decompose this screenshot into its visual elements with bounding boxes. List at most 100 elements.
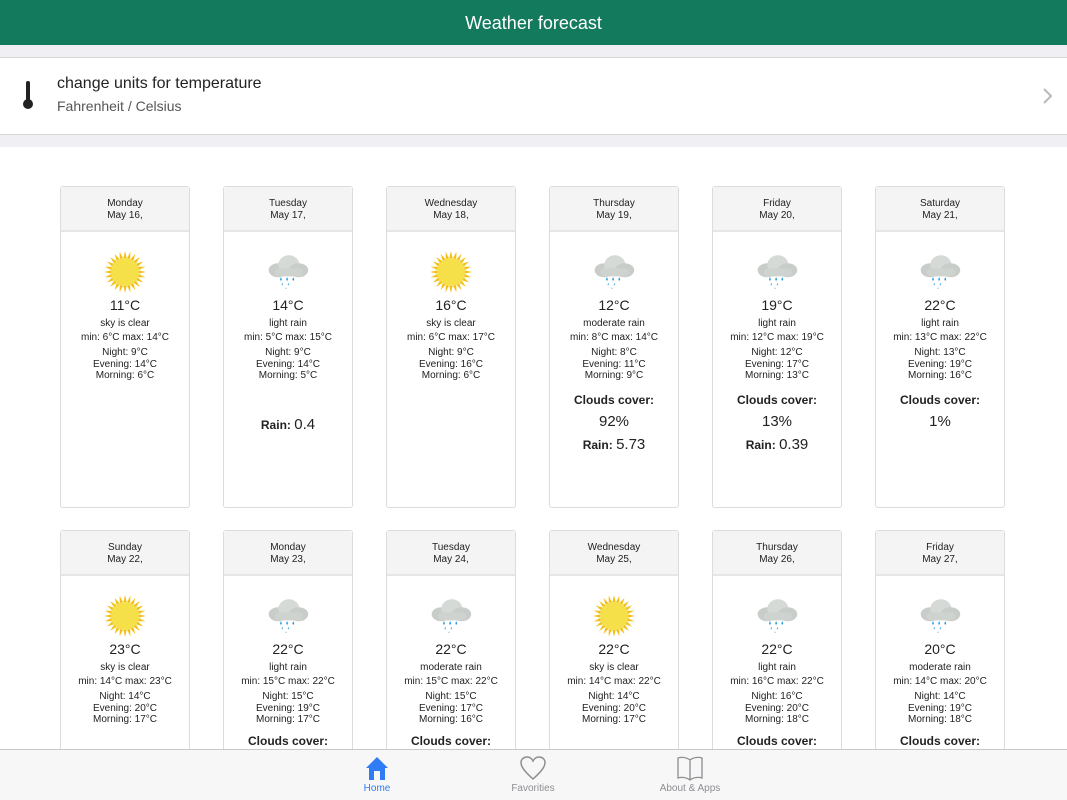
tab-favorities[interactable]: Favorities [488,750,578,800]
day-date: May 26, [759,554,795,565]
rain-cloud-icon [268,255,309,289]
min-max-temp: min: 16°C max: 22°C [730,676,824,687]
day-name: Wednesday [587,542,641,553]
min-max-temp: min: 8°C max: 14°C [569,332,659,343]
min-max-temp: min: 5°C max: 15°C [243,332,333,343]
separator [0,45,1067,58]
weather-description: light rain [269,318,307,329]
weather-description: moderate rain [909,662,971,673]
weather-description: light rain [758,318,796,329]
day-name: Saturday [919,198,961,209]
evening-temp: Evening: 20°C [581,702,647,714]
tab-label: Home [363,783,391,794]
tab-about-apps[interactable]: About & Apps [645,750,735,800]
card-header: Tuesday May 24, [387,531,515,576]
day-date: May 24, [433,554,469,565]
settings-title: change units for temperature [57,75,262,92]
evening-temp: Evening: 14°C [92,358,158,370]
separator [0,134,1067,148]
day-name: Wednesday [424,198,478,209]
card-header: Saturday May 21, [876,187,1004,232]
day-card[interactable]: Wednesday May 18, 16°C sky is clear min: 6°C… [386,186,516,508]
sun-icon [593,595,635,637]
chevron-right-icon [1043,88,1053,104]
morning-temp: Morning: 17°C [255,714,321,725]
page-title: Weather forecast [465,13,602,33]
morning-temp: Morning: 13°C [744,370,810,381]
home-icon [366,757,388,780]
card-header: Friday May 20, [713,187,841,232]
min-max-temp: min: 14°C max: 23°C [78,676,172,687]
weather-description: sky is clear [589,662,639,673]
day-card[interactable]: Thursday May 19, 12°C moderate rain min: 8°… [549,186,679,508]
min-max-temp: min: 6°C max: 17°C [406,332,496,343]
morning-temp: Morning: 18°C [744,714,810,725]
tab-home[interactable]: Home [332,750,422,800]
day-card[interactable]: Friday May 20, 19°C light rain min: 12°C ma… [712,186,842,508]
clouds-cover-label: Clouds cover: [899,392,980,407]
day-date: May 22, [107,554,143,565]
rain-label: Rain: [582,437,613,452]
night-temp: Night: 16°C [751,691,803,702]
clouds-cover-value: 13% [761,412,793,430]
min-max-temp: min: 13°C max: 22°C [893,332,987,343]
weather-description: moderate rain [583,318,645,329]
morning-temp: Morning: 9°C [584,370,644,381]
morning-temp: Morning: 5°C [258,370,318,381]
book-icon [677,756,703,781]
clouds-cover-label: Clouds cover: [247,733,328,748]
day-name: Monday [270,542,306,553]
day-name: Tuesday [269,198,307,209]
card-header: Tuesday May 17, [224,187,352,232]
day-card[interactable]: Tuesday May 17, 14°C light rain min: 5°C ma… [223,186,353,508]
morning-temp: Morning: 16°C [418,714,484,725]
clouds-cover-value: 92% [598,412,630,430]
day-name: Thursday [756,542,798,553]
rain-cloud-icon [268,599,309,633]
temperature: 14°C [272,297,304,313]
day-date: May 16, [107,210,143,221]
rain-cloud-icon [594,255,635,289]
day-date: May 23, [270,554,306,565]
card-header: Sunday May 22, [61,531,189,576]
card-header: Monday May 16, [61,187,189,232]
temperature: 22°C [435,641,467,657]
temperature: 16°C [435,297,467,313]
clouds-cover-label: Clouds cover: [573,392,654,407]
rain-value: 0.39 [779,435,809,453]
weather-description: light rain [758,662,796,673]
morning-temp: Morning: 18°C [907,714,973,725]
weather-description: sky is clear [100,662,150,673]
morning-temp: Morning: 6°C [421,370,481,381]
day-card[interactable]: Saturday May 21, 22°C light rain min: 13°C … [875,186,1005,508]
temperature: 12°C [598,297,630,313]
evening-temp: Evening: 20°C [744,702,810,714]
night-temp: Night: 14°C [914,691,966,702]
rain-amount: Rain: 5.73 [550,436,678,453]
day-name: Monday [107,198,143,209]
rain-label: Rain: [745,437,776,452]
clouds-cover-value: 1% [929,412,951,430]
clouds-cover-label: Clouds cover: [410,733,491,748]
night-temp: Night: 13°C [914,347,966,358]
evening-temp: Evening: 19°C [907,358,973,370]
card-header: Wednesday May 25, [550,531,678,576]
evening-temp: Evening: 17°C [744,358,810,370]
weather-description: moderate rain [420,662,482,673]
clouds-cover-label: Clouds cover: [736,733,817,748]
weather-description: sky is clear [426,318,476,329]
change-units-row[interactable]: change units for temperature Fahrenheit … [0,58,1067,134]
min-max-temp: min: 15°C max: 22°C [241,676,335,687]
night-temp: Night: 9°C [428,347,474,358]
forecast-grid[interactable]: Monday May 16, 11°C sky is clear min: 6°C ma… [0,147,1067,800]
card-header: Monday May 23, [224,531,352,576]
rain-cloud-icon [757,255,798,289]
morning-temp: Morning: 16°C [907,370,973,381]
morning-temp: Morning: 6°C [95,370,155,381]
day-name: Sunday [108,542,142,553]
temperature: 23°C [109,641,141,657]
rain-cloud-icon [920,255,961,289]
evening-temp: Evening: 11°C [582,358,646,370]
night-temp: Night: 15°C [262,691,314,702]
day-card[interactable]: Monday May 16, 11°C sky is clear min: 6°C ma… [60,186,190,508]
